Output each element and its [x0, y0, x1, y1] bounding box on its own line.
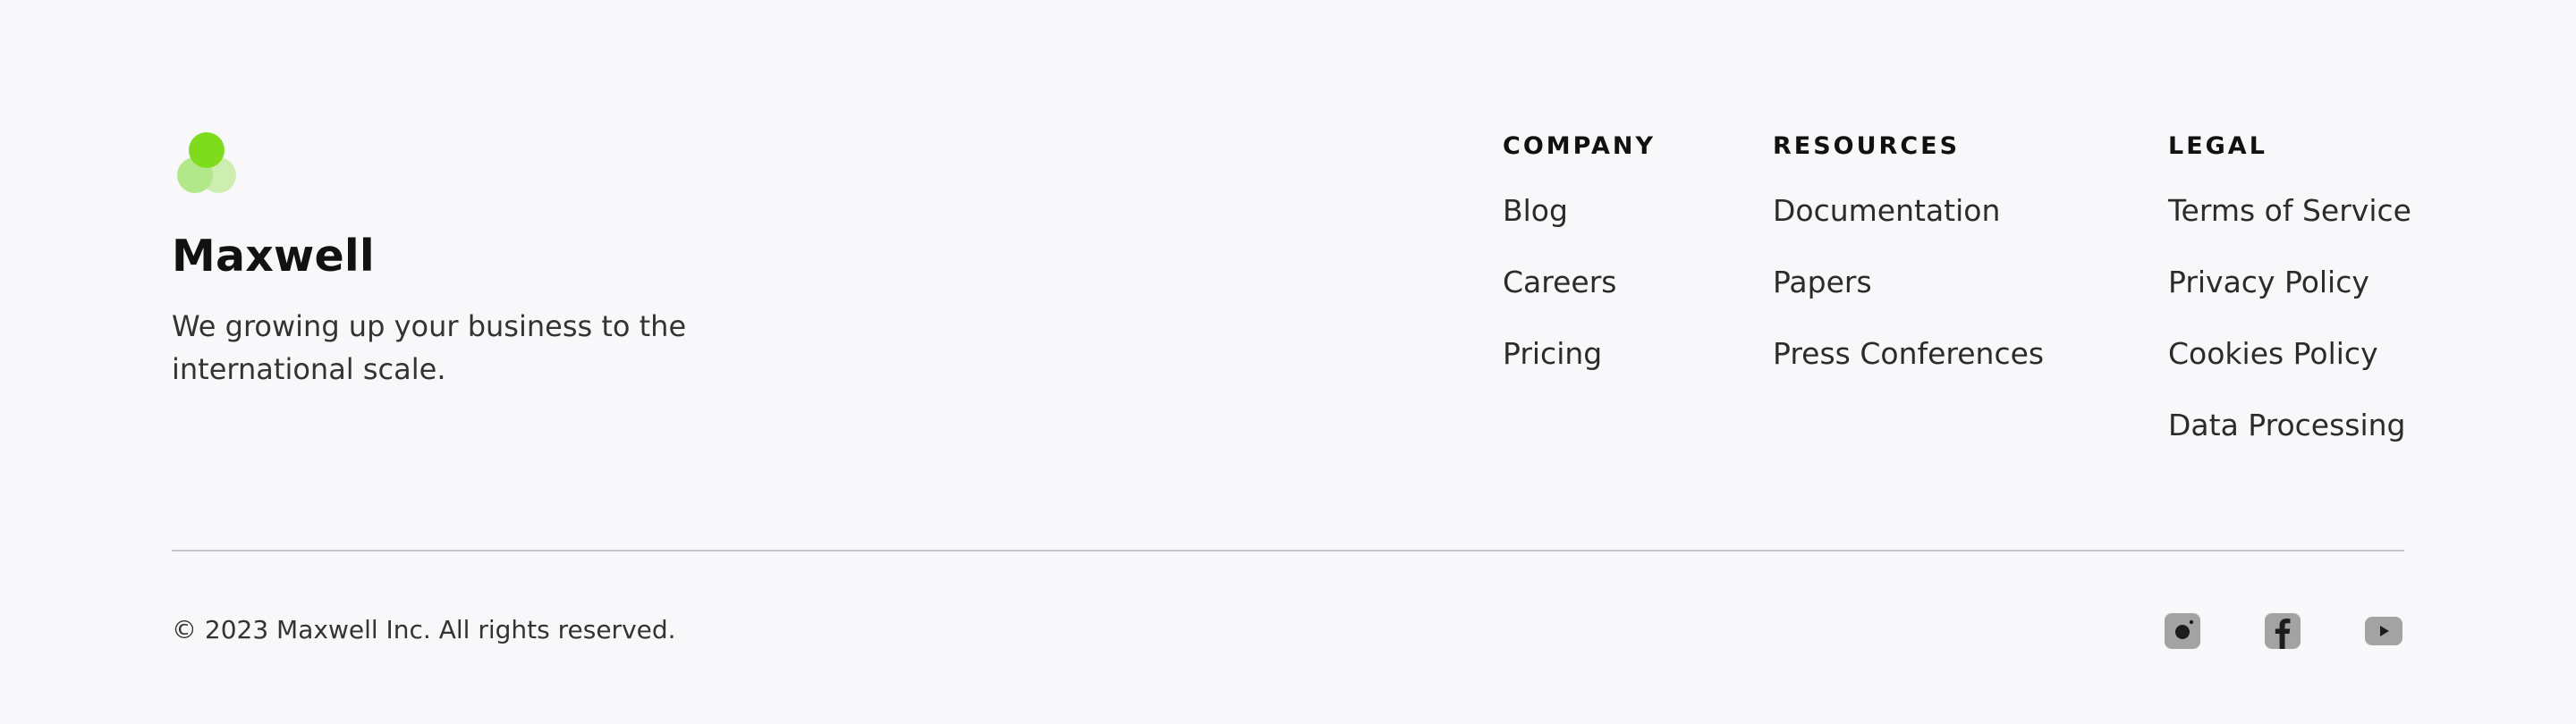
three-circles-logo-icon[interactable]: [172, 132, 240, 197]
brand-tagline: We growing up your business to the inter…: [172, 309, 687, 386]
youtube-icon[interactable]: [2365, 613, 2402, 649]
press-conferences-link[interactable]: Press Conferences: [1773, 336, 2044, 371]
list-item: Pricing: [1503, 336, 1656, 408]
list-item: Careers: [1503, 265, 1656, 336]
facebook-icon[interactable]: [2265, 613, 2301, 649]
papers-link[interactable]: Papers: [1773, 265, 1872, 299]
resources-heading: RESOURCES: [1773, 132, 1961, 160]
legal-column: LEGAL Terms of Service Privacy Policy Co…: [2168, 132, 2411, 479]
copyright-text: © 2023 Maxwell Inc. All rights reserved.: [172, 615, 676, 644]
logo-circle-top: [189, 132, 225, 168]
list-item: Papers: [1773, 265, 2044, 336]
list-item: Press Conferences: [1773, 336, 2044, 408]
resources-column: RESOURCES Documentation Papers Press Con…: [1773, 132, 2044, 408]
data-processing-link[interactable]: Data Processing: [2168, 408, 2406, 442]
company-links: Blog Careers Pricing: [1503, 193, 1656, 408]
footer-divider: [172, 550, 2404, 551]
terms-of-service-link[interactable]: Terms of Service: [2168, 193, 2411, 228]
legal-heading: LEGAL: [2168, 132, 2267, 160]
cookies-policy-link[interactable]: Cookies Policy: [2168, 336, 2378, 371]
company-column: COMPANY Blog Careers Pricing: [1503, 132, 1656, 408]
footer-brand: Maxwell We growing up your business to t…: [172, 132, 780, 391]
list-item: Data Processing: [2168, 408, 2411, 479]
company-heading: COMPANY: [1503, 132, 1656, 160]
list-item: Privacy Policy: [2168, 265, 2411, 336]
documentation-link[interactable]: Documentation: [1773, 193, 2000, 228]
list-item: Blog: [1503, 193, 1656, 265]
careers-link[interactable]: Careers: [1503, 265, 1616, 299]
legal-links: Terms of Service Privacy Policy Cookies …: [2168, 193, 2411, 479]
pricing-link[interactable]: Pricing: [1503, 336, 1602, 371]
list-item: Cookies Policy: [2168, 336, 2411, 408]
resources-links: Documentation Papers Press Conferences: [1773, 193, 2044, 408]
privacy-policy-link[interactable]: Privacy Policy: [2168, 265, 2369, 299]
list-item: Documentation: [1773, 193, 2044, 265]
list-item: Terms of Service: [2168, 193, 2411, 265]
brand-name: Maxwell: [172, 231, 375, 282]
instagram-icon[interactable]: [2165, 613, 2200, 649]
blog-link[interactable]: Blog: [1503, 193, 1568, 228]
